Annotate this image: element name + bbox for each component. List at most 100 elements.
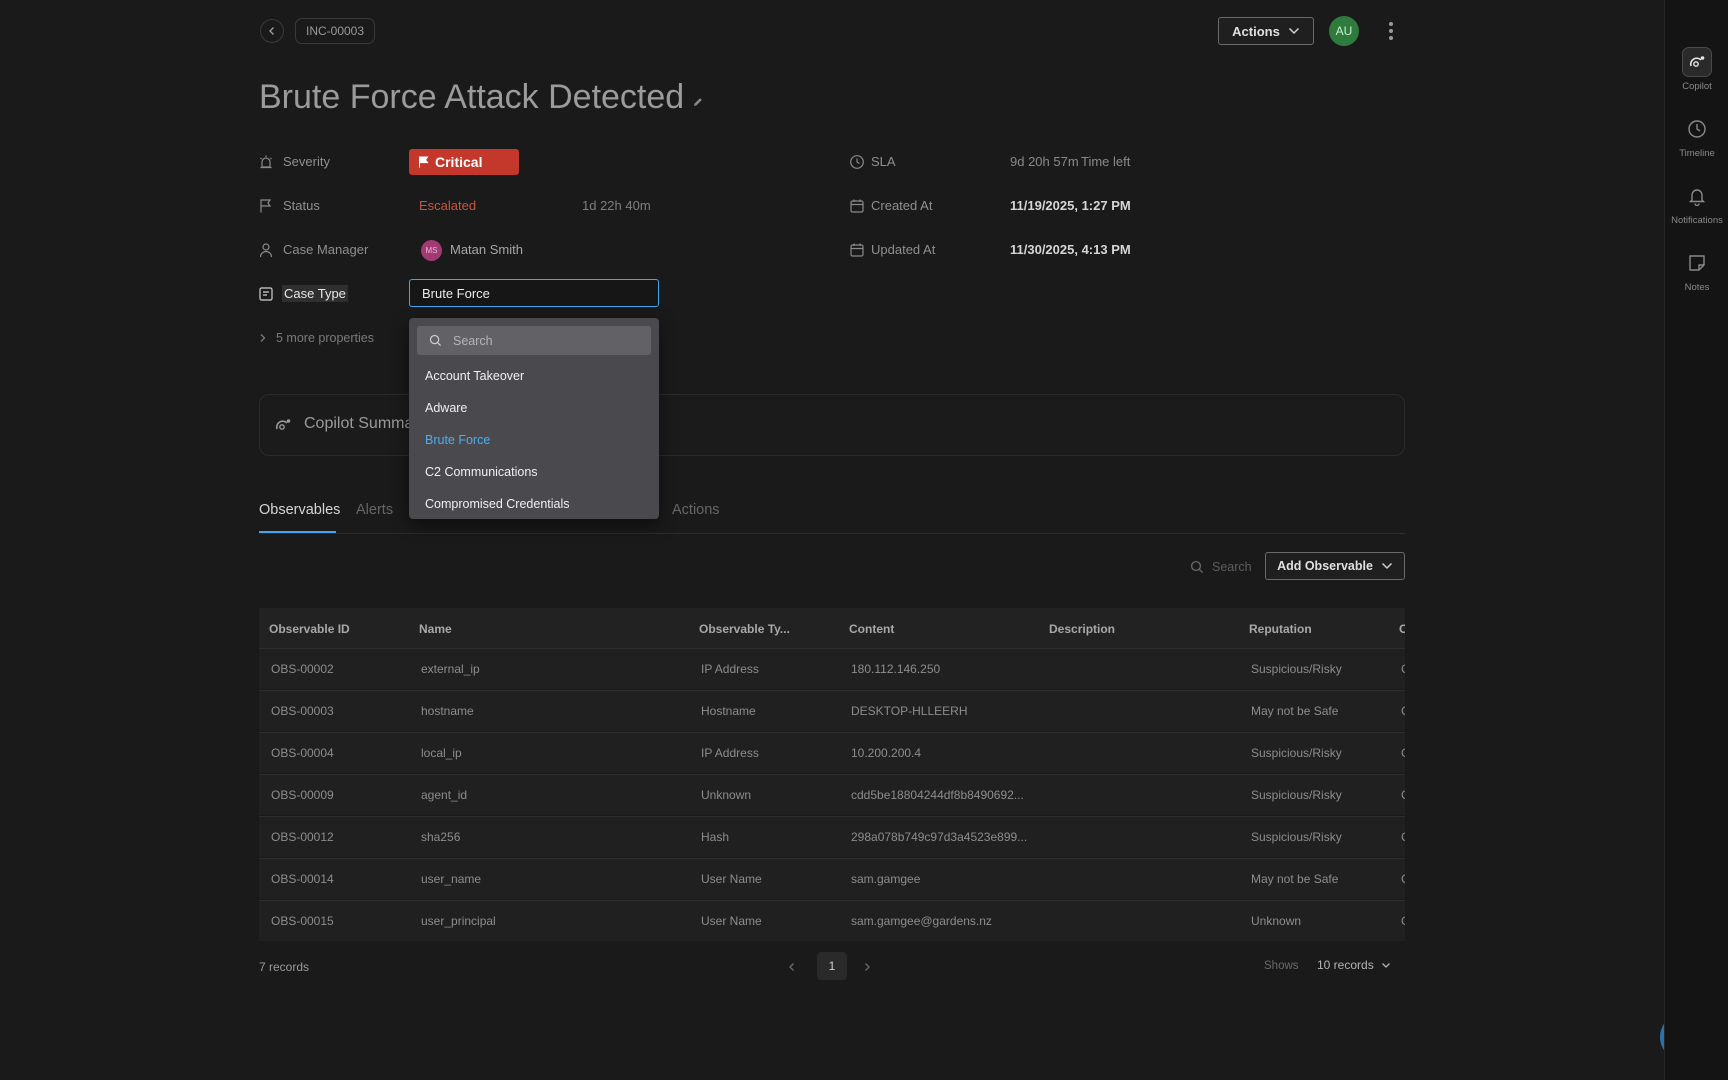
- column-header[interactable]: Reputation: [1249, 622, 1312, 636]
- dropdown-option[interactable]: Account Takeover: [425, 369, 524, 383]
- table-row[interactable]: OBS-00012 sha256 Hash 298a078b749c97d3a4523…: [259, 816, 1405, 857]
- back-button[interactable]: [260, 19, 284, 43]
- table-cell: Suspicious/Risky: [1251, 788, 1342, 802]
- case-manager-value[interactable]: Matan Smith: [450, 242, 523, 257]
- table-cell: external_ip: [421, 662, 480, 676]
- add-observable-button[interactable]: Add Observable: [1265, 552, 1405, 580]
- table-row[interactable]: OBS-00009 agent_id Unknown cdd5be18804244df…: [259, 774, 1405, 815]
- observables-search[interactable]: Search: [1190, 560, 1252, 574]
- calendar-icon: [848, 197, 866, 215]
- tab-observables[interactable]: Observables: [259, 502, 340, 518]
- page-size-select[interactable]: 10 records: [1317, 958, 1391, 972]
- severity-badge[interactable]: Critical: [409, 149, 519, 175]
- kebab-icon-dot: [1389, 29, 1393, 33]
- table-cell: OBS-00009: [271, 788, 334, 802]
- chevron-right-icon: [260, 334, 266, 342]
- add-observable-label: Add Observable: [1277, 559, 1373, 573]
- rail-item-copilot[interactable]: Copilot: [1665, 47, 1728, 92]
- right-rail: Copilot Timeline Notifications Notes: [1664, 0, 1728, 1080]
- calendar-icon: [848, 241, 866, 259]
- kebab-icon-dot: [1389, 22, 1393, 26]
- created-at-value: 11/19/2025, 1:27 PM: [1010, 198, 1131, 213]
- table-cell: C: [1401, 704, 1405, 718]
- case-type-input[interactable]: Brute Force: [409, 279, 659, 307]
- table-cell: user_principal: [421, 914, 496, 928]
- severity-value: Critical: [435, 154, 483, 170]
- next-page-button[interactable]: [858, 958, 876, 976]
- table-cell: OBS-00015: [271, 914, 334, 928]
- updated-at-value: 11/30/2025, 4:13 PM: [1010, 242, 1131, 257]
- column-header[interactable]: Description: [1049, 622, 1115, 636]
- copilot-icon: [1682, 47, 1712, 77]
- observables-search-placeholder: Search: [1212, 560, 1252, 574]
- active-tab-indicator: [259, 531, 336, 533]
- table-cell: sam.gamgee@gardens.nz: [851, 914, 992, 928]
- page-title: Brute Force Attack Detected: [259, 78, 685, 116]
- table-cell: 298a078b749c97d3a4523e899...: [851, 830, 1028, 844]
- rail-label: Copilot: [1682, 81, 1712, 92]
- flag-icon: [257, 197, 275, 215]
- column-header[interactable]: Content: [849, 622, 894, 636]
- table-cell: May not be Safe: [1251, 872, 1339, 886]
- table-cell: agent_id: [421, 788, 468, 802]
- bell-icon: [1682, 181, 1712, 211]
- chevron-down-icon: [1381, 962, 1390, 968]
- table-cell: Hostname: [701, 704, 756, 718]
- search-icon: [1190, 560, 1203, 573]
- table-row[interactable]: OBS-00015 user_principal User Name sam.gamg…: [259, 900, 1405, 941]
- user-avatar[interactable]: AU: [1329, 16, 1359, 46]
- table-cell: User Name: [701, 914, 762, 928]
- column-header[interactable]: Observable ID: [269, 622, 350, 636]
- more-options-button[interactable]: [1382, 18, 1400, 44]
- table-cell: C: [1401, 662, 1405, 676]
- column-header[interactable]: Observable Ty...: [699, 622, 790, 636]
- table-cell: Suspicious/Risky: [1251, 830, 1342, 844]
- created-at-label: Created At: [871, 198, 933, 213]
- table-cell: OBS-00003: [271, 704, 334, 718]
- tab-actions[interactable]: Actions: [672, 502, 720, 518]
- observables-table: Observable ID Name Observable Ty... Cont…: [259, 608, 1405, 941]
- table-cell: Unknown: [1251, 914, 1302, 928]
- chevron-left-icon: [269, 27, 274, 35]
- column-header[interactable]: Name: [419, 622, 452, 636]
- table-cell: Suspicious/Risky: [1251, 746, 1342, 760]
- table-cell: cdd5be18804244df8b8490692...: [851, 788, 1024, 802]
- case-type-label: Case Type: [282, 285, 348, 302]
- chevron-down-icon: [1381, 562, 1392, 570]
- table-row[interactable]: OBS-00003 hostname Hostname DESKTOP-HLLEERH…: [259, 690, 1405, 731]
- dropdown-option[interactable]: C2 Communications: [425, 465, 538, 479]
- incident-id-chip: INC-00003: [295, 18, 376, 44]
- table-cell: 10.200.200.4: [851, 746, 922, 760]
- table-cell: sha256: [421, 830, 461, 844]
- dropdown-option-selected[interactable]: Brute Force: [425, 433, 490, 447]
- page-number-button[interactable]: 1: [817, 952, 847, 980]
- previous-page-button[interactable]: [783, 958, 801, 976]
- dropdown-option[interactable]: Compromised Credentials: [425, 497, 570, 511]
- dropdown-option[interactable]: Adware: [425, 401, 467, 415]
- page-size-value: 10 records: [1317, 958, 1374, 972]
- rail-item-timeline[interactable]: Timeline: [1665, 114, 1728, 159]
- clock-icon: [848, 153, 866, 171]
- status-value[interactable]: Escalated: [419, 198, 476, 213]
- column-header[interactable]: C: [1399, 622, 1405, 636]
- more-properties-toggle[interactable]: 5 more properties: [259, 331, 374, 345]
- table-row[interactable]: OBS-00002 external_ip IP Address 180.112.14…: [259, 648, 1405, 689]
- table-cell: user_name: [421, 872, 482, 886]
- rail-label: Notes: [1684, 282, 1710, 293]
- table-row[interactable]: OBS-00014 user_name User Name sam.gamgee May…: [259, 858, 1405, 899]
- status-duration: 1d 22h 40m: [582, 198, 651, 213]
- rail-item-notifications[interactable]: Notifications: [1665, 181, 1728, 226]
- actions-button[interactable]: Actions: [1218, 17, 1314, 45]
- dropdown-search-input[interactable]: Search: [417, 326, 651, 355]
- tabs-divider: [259, 533, 1405, 534]
- table-cell: 180.112.146.250: [851, 662, 941, 676]
- table-row[interactable]: OBS-00004 local_ip IP Address 10.200.200.4 S…: [259, 732, 1405, 773]
- table-cell: C: [1401, 914, 1405, 928]
- table-cell: C: [1401, 746, 1405, 760]
- pencil-icon[interactable]: [692, 96, 704, 108]
- rail-item-notes[interactable]: Notes: [1665, 248, 1728, 293]
- table-header: Observable ID Name Observable Ty... Cont…: [259, 608, 1405, 648]
- table-cell: DESKTOP-HLLEERH: [851, 704, 968, 718]
- tab-alerts[interactable]: Alerts: [356, 502, 393, 518]
- table-cell: User Name: [701, 872, 762, 886]
